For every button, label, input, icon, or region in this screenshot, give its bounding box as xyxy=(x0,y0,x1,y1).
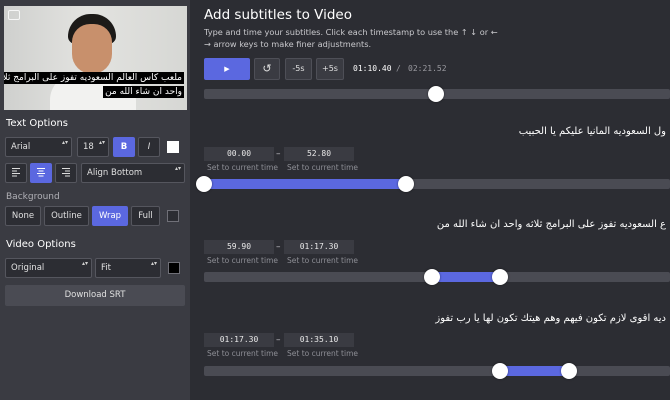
total-time: 02:21.52 xyxy=(408,64,447,73)
restart-button[interactable]: ↺ xyxy=(254,58,280,80)
font-family-select[interactable]: Arial xyxy=(5,137,72,157)
page-title: Add subtitles to Video xyxy=(204,7,352,23)
set-end-to-current-link[interactable]: Set to current time xyxy=(287,256,358,265)
subtitle-end-time[interactable]: 52.80 xyxy=(284,147,354,161)
subtitle-end-handle[interactable] xyxy=(398,176,415,192)
bold-button[interactable]: B xyxy=(113,137,135,157)
set-start-to-current-link[interactable]: Set to current time xyxy=(207,349,278,358)
current-time: 01:10.40 xyxy=(353,64,392,73)
page-description: Type and time your subtitles. Click each… xyxy=(204,27,498,49)
seek-handle[interactable] xyxy=(428,86,445,102)
subtitle-end-handle[interactable] xyxy=(492,269,509,285)
restart-icon: ↺ xyxy=(262,62,272,75)
set-start-to-current-link[interactable]: Set to current time xyxy=(207,163,278,172)
video-size-select[interactable]: Original xyxy=(5,258,92,278)
time-separator: / xyxy=(396,64,401,73)
time-range-dash: – xyxy=(276,335,281,345)
align-right-icon xyxy=(62,168,70,177)
background-wrap-button[interactable]: Wrap xyxy=(92,206,128,226)
set-end-to-current-link[interactable]: Set to current time xyxy=(287,163,358,172)
text-color-swatch[interactable] xyxy=(167,141,179,153)
align-left-icon xyxy=(12,168,20,177)
sidebar: ملعب كاس العالم السعوديه تفوز على البرام… xyxy=(0,0,190,400)
video-fit-select[interactable]: Fit xyxy=(95,258,161,278)
time-range-dash: – xyxy=(276,242,281,252)
set-start-to-current-link[interactable]: Set to current time xyxy=(207,256,278,265)
subtitle-start-time[interactable]: 00.00 xyxy=(204,147,274,161)
subtitle-range-fill xyxy=(204,179,407,189)
video-options-title: Video Options xyxy=(6,239,76,250)
subtitle-range-fill xyxy=(432,272,501,282)
text-options-title: Text Options xyxy=(6,118,68,129)
position-select[interactable]: Align Bottom xyxy=(81,163,185,183)
play-icon: ▶ xyxy=(224,65,230,73)
background-title: Background xyxy=(6,192,60,202)
subtitle-end-time[interactable]: 01:35.10 xyxy=(284,333,354,347)
time-range-dash: – xyxy=(276,149,281,159)
align-right-button[interactable] xyxy=(55,163,77,183)
font-size-select[interactable]: 18 xyxy=(77,137,109,157)
download-srt-button[interactable]: Download SRT xyxy=(5,285,185,306)
subtitle-start-handle[interactable] xyxy=(492,363,509,379)
subtitle-start-time[interactable]: 01:17.30 xyxy=(204,333,274,347)
video-caption-line-1: ملعب كاس العالم السعوديه تفوز على البرام… xyxy=(4,72,184,84)
video-background-color-swatch[interactable] xyxy=(168,262,180,274)
subtitle-text[interactable]: ديه اقوى لازم تكون فيهم وهم هيتك تكون له… xyxy=(435,313,666,324)
subtitle-range-track[interactable] xyxy=(204,363,670,379)
align-left-button[interactable] xyxy=(5,163,27,183)
forward-5s-button[interactable]: +5s xyxy=(316,58,344,80)
background-outline-button[interactable]: Outline xyxy=(44,206,89,226)
italic-button[interactable]: I xyxy=(138,137,160,157)
subtitle-end-time[interactable]: 01:17.30 xyxy=(284,240,354,254)
align-center-icon xyxy=(37,168,45,177)
background-none-button[interactable]: None xyxy=(5,206,41,226)
set-end-to-current-link[interactable]: Set to current time xyxy=(287,349,358,358)
subtitle-range-fill xyxy=(500,366,569,376)
subtitle-range-track[interactable] xyxy=(196,176,670,192)
subtitle-start-time[interactable]: 59.90 xyxy=(204,240,274,254)
rewind-5s-button[interactable]: -5s xyxy=(285,58,312,80)
play-button[interactable]: ▶ xyxy=(204,58,250,80)
video-preview[interactable]: ملعب كاس العالم السعوديه تفوز على البرام… xyxy=(4,6,187,110)
video-caption-line-2: واحد ان شاء الله من xyxy=(103,86,184,98)
background-color-swatch[interactable] xyxy=(167,210,179,222)
channel-logo-icon xyxy=(8,10,20,20)
subtitle-end-handle[interactable] xyxy=(560,363,577,379)
subtitle-start-handle[interactable] xyxy=(424,269,441,285)
align-center-button[interactable] xyxy=(30,163,52,183)
subtitle-text[interactable]: ول السعوديه المانيا عليكم يا الحبيب xyxy=(519,126,666,137)
background-full-button[interactable]: Full xyxy=(131,206,160,226)
subtitle-text[interactable]: ع السعوديه تفوز على البرامج ثلاثه واحد ا… xyxy=(437,219,666,230)
subtitle-range-track[interactable] xyxy=(204,269,670,285)
subtitle-start-handle[interactable] xyxy=(196,176,212,192)
seek-track[interactable] xyxy=(204,86,670,102)
